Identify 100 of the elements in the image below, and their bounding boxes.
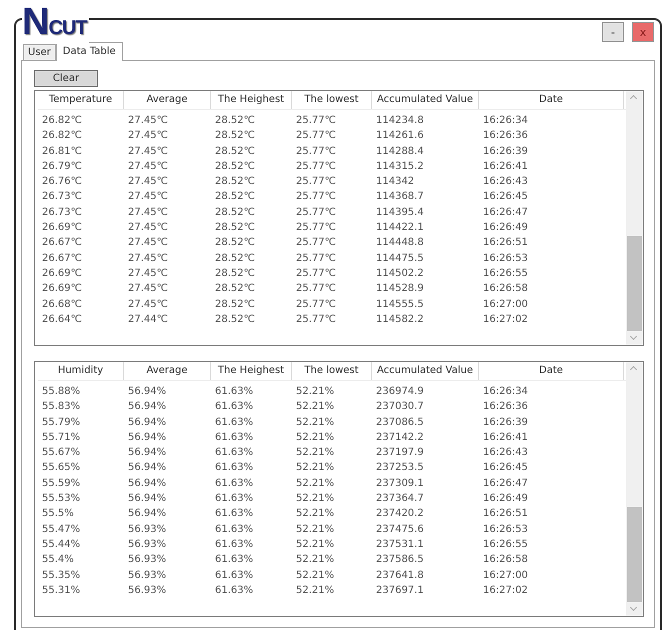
table-cell-text: 114528.9	[375, 282, 425, 296]
table-cell-text: 56.94%	[127, 416, 168, 430]
column-header[interactable]: The lowest	[292, 362, 372, 380]
table-cell-text: 27.45℃	[127, 114, 169, 128]
table-cell-text: 16:27:02	[482, 312, 529, 327]
column-header[interactable]: The lowest	[292, 91, 372, 109]
table-cell-text: 27.45℃	[127, 266, 169, 281]
table-cell-text: 16:26:58	[482, 282, 529, 296]
column-header[interactable]: Date	[479, 362, 624, 380]
table-cell-text: 25.77℃	[295, 129, 337, 144]
table-cell-text: 55.35%	[41, 568, 82, 583]
table-cell-text: 61.63%	[214, 492, 254, 506]
table-cell-text: 61.63%	[214, 446, 254, 460]
table-cell-text: 16:26:55	[482, 538, 529, 552]
table-cell-text: 52.21%	[295, 522, 336, 537]
table-cell-text: 55.59%	[41, 476, 82, 491]
table-cell-text: 56.93%	[127, 584, 168, 598]
table-cell-text: 27.45℃	[127, 236, 169, 250]
column-header[interactable]: Date	[479, 91, 624, 109]
table-cell-text: 28.52℃	[214, 312, 256, 327]
table-cell-text: 55.44%	[41, 538, 82, 552]
table-cell-text: 114475.5	[375, 252, 425, 266]
table-cell-text: 16:26:51	[482, 236, 529, 250]
table-cell-text: 28.52℃	[214, 129, 256, 144]
tab[interactable]: Data Table	[56, 42, 123, 61]
column-header[interactable]: Average	[124, 362, 211, 380]
clear-button[interactable]: Clear	[34, 70, 98, 87]
minimize-button[interactable]: -	[602, 22, 624, 42]
table-cell-text: 28.52℃	[214, 282, 256, 296]
table-cell-text: 237420.2	[375, 507, 425, 522]
table-cell-text: 27.44℃	[127, 312, 169, 327]
table-cell-text: 25.77℃	[295, 221, 337, 236]
table-cell-text: 55.79%	[41, 416, 82, 430]
table-cell-text: 114368.7	[375, 190, 425, 204]
table-cell-text: 55.5%	[41, 507, 75, 522]
table-cell-text: 26.81℃	[41, 144, 83, 159]
table-cell-text: 56.94%	[127, 446, 168, 460]
scrollbar[interactable]	[626, 362, 643, 616]
table-cell-text: 16:26:47	[482, 206, 529, 220]
column-header[interactable]: Humidity	[38, 362, 124, 380]
table-cell-text: 55.83%	[41, 400, 82, 414]
table-cell-text: 61.63%	[214, 430, 254, 445]
table-cell-text: 25.77℃	[295, 252, 337, 266]
table-cell-text: 26.76℃	[41, 175, 83, 190]
table-cell-text: 55.67%	[41, 446, 82, 460]
table-cell-text: 16:27:00	[482, 568, 529, 583]
table-cell-text: 61.63%	[214, 584, 254, 598]
scrollbar-thumb[interactable]	[627, 507, 642, 602]
table-cell-text: 56.94%	[127, 461, 168, 476]
table-cell-text: 16:26:36	[482, 129, 529, 144]
table-cell-text: 25.77℃	[295, 114, 337, 128]
table-cell-text: 28.52℃	[214, 144, 256, 159]
table-cell-text: 56.94%	[127, 492, 168, 506]
table-cell-text: 27.45℃	[127, 252, 169, 266]
table-cell-text: 16:27:00	[482, 298, 529, 312]
table-cell-text: 114395.4	[375, 206, 425, 220]
table-cell-text: 114555.5	[375, 298, 425, 312]
table-cell-text: 237641.8	[375, 568, 425, 583]
column-header[interactable]: Accumulated Value	[372, 362, 479, 380]
table-cell-text: 16:26:39	[482, 416, 529, 430]
table-cell-text: 25.77℃	[295, 160, 337, 174]
scrollbar[interactable]	[626, 91, 643, 345]
table-cell-text: 55.65%	[41, 461, 82, 476]
table-cell-text: 237364.7	[375, 492, 425, 506]
table-cell-text: 16:26:47	[482, 476, 529, 491]
table-cell-text: 16:26:36	[482, 400, 529, 414]
table-cell-text: 56.94%	[127, 385, 168, 399]
table-cell-text: 56.93%	[127, 553, 168, 568]
table-cell-text: 237309.1	[375, 476, 425, 491]
table-cell-text: 16:26:43	[482, 446, 529, 460]
table-cell-text: 25.77℃	[295, 206, 337, 220]
table-cell-text: 26.64℃	[41, 312, 83, 327]
column-header[interactable]: Temperature	[38, 91, 124, 109]
scrollbar-thumb[interactable]	[627, 236, 642, 331]
table-cell-text: 61.63%	[214, 568, 254, 583]
table-cell-text: 25.77℃	[295, 312, 337, 327]
table-cell-text: 61.63%	[214, 416, 254, 430]
table-cell-text: 28.52℃	[214, 175, 256, 190]
table-cell-text: 56.93%	[127, 568, 168, 583]
table-cell-text: 114261.6	[375, 129, 425, 144]
table-cell-text: 16:26:58	[482, 553, 529, 568]
table-cell-text: 61.63%	[214, 476, 254, 491]
table-cell-text: 55.47%	[41, 522, 82, 537]
table-cell-text: 25.77℃	[295, 190, 337, 204]
column-header[interactable]: The Heighest	[211, 362, 292, 380]
column-header[interactable]: Average	[124, 91, 211, 109]
table-cell-text: 56.94%	[127, 400, 168, 414]
table-cell-text: 55.4%	[41, 553, 75, 568]
table-cell-text: 55.53%	[41, 492, 82, 506]
table-cell-text: 27.45℃	[127, 190, 169, 204]
table-cell-text: 114288.4	[375, 144, 425, 159]
table-cell-text: 26.73℃	[41, 206, 83, 220]
table-cell-text: 55.88%	[41, 385, 82, 399]
table-cell-text: 16:26:53	[482, 252, 529, 266]
column-header[interactable]: The Heighest	[211, 91, 292, 109]
column-header[interactable]: Accumulated Value	[372, 91, 479, 109]
table-cell-text: 28.52℃	[214, 206, 256, 220]
table-cell-text: 28.52℃	[214, 190, 256, 204]
table-cell-text: 16:26:45	[482, 461, 529, 476]
tab[interactable]: User	[23, 44, 56, 60]
